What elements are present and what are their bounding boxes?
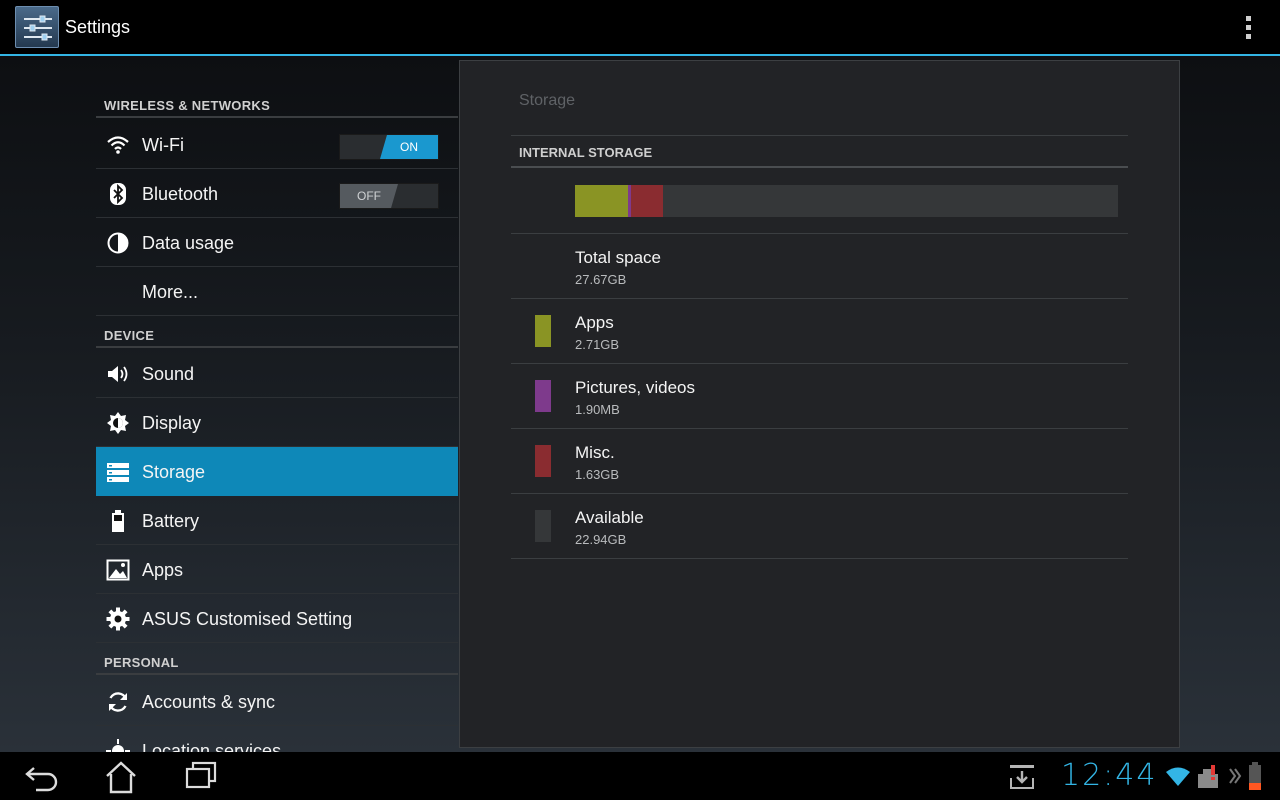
panel-divider [511, 135, 1128, 136]
more-label: More... [142, 282, 199, 302]
settings-list[interactable]: WIRELESS & NETWORKS Wi-Fi ON Bluetooth O… [96, 56, 458, 752]
bluetooth-label: Bluetooth [142, 184, 219, 204]
sound-label: Sound [142, 364, 195, 384]
settings-item-more[interactable]: More... [96, 267, 458, 316]
settings-item-storage[interactable]: Storage [96, 447, 458, 496]
settings-item-wifi[interactable]: Wi-Fi ON [96, 120, 458, 169]
storage-row-name: Apps [575, 313, 614, 332]
chevron-right-icon [1228, 766, 1242, 791]
panel-title: Storage [519, 92, 576, 109]
total-space-value: 27.67GB [575, 272, 627, 287]
location-icon [106, 739, 130, 752]
system-bar: 12:44 [0, 752, 1280, 800]
storage-row-total[interactable]: Total space 27.67GB [511, 234, 1128, 299]
misc-segment [631, 185, 663, 217]
section-header-device: DEVICE [96, 318, 458, 348]
asus-label: ASUS Customised Setting [142, 609, 353, 629]
apps-color-swatch [535, 315, 551, 347]
storage-row-available[interactable]: Available 22.94GB [511, 494, 1128, 559]
storage-row-pictures-videos[interactable]: Pictures, videos 1.90MB [511, 364, 1128, 429]
sync-icon [106, 690, 130, 714]
overflow-menu-icon[interactable] [1238, 14, 1258, 42]
battery-status-icon [1248, 761, 1262, 796]
settings-item-bluetooth[interactable]: Bluetooth OFF [96, 169, 458, 218]
apps-segment [575, 185, 628, 217]
storage-row-name: Pictures, videos [575, 378, 695, 397]
settings-item-sound[interactable]: Sound [96, 349, 458, 398]
bluetooth-icon [106, 182, 130, 206]
storage-usage-bar [575, 185, 1118, 217]
data-usage-label: Data usage [142, 233, 235, 253]
keyboard-alert-icon [1197, 764, 1223, 795]
storage-row-size: 1.63GB [575, 467, 620, 482]
misc-color-swatch [535, 445, 551, 477]
internal-storage-header: INTERNAL STORAGE [511, 137, 1128, 168]
storage-row-apps[interactable]: Apps 2.71GB [511, 299, 1128, 364]
settings-item-accounts-sync[interactable]: Accounts & sync [96, 677, 458, 726]
settings-item-data-usage[interactable]: Data usage [96, 218, 458, 267]
total-space-label: Total space [575, 248, 661, 267]
settings-item-asus-customised[interactable]: ASUS Customised Setting [96, 594, 458, 643]
app-title: Settings [65, 17, 131, 37]
recent-apps-button[interactable] [180, 760, 224, 794]
storage-label: Storage [142, 462, 206, 482]
section-header-personal: PERSONAL [96, 645, 458, 675]
settings-item-apps[interactable]: Apps [96, 545, 458, 594]
speaker-icon [106, 362, 130, 386]
wifi-icon [106, 133, 130, 157]
apps-label: Apps [142, 560, 184, 580]
wifi-label: Wi-Fi [142, 135, 184, 155]
bluetooth-toggle[interactable]: OFF [339, 183, 439, 209]
storage-row-misc[interactable]: Misc. 1.63GB [511, 429, 1128, 494]
home-button[interactable] [99, 760, 143, 794]
gear-icon [106, 607, 130, 631]
wifi-signal-icon [1165, 766, 1191, 793]
display-label: Display [142, 413, 202, 433]
settings-item-battery[interactable]: Battery [96, 496, 458, 545]
wifi-toggle[interactable]: ON [339, 134, 439, 160]
storage-icon [106, 460, 130, 484]
action-bar: Settings [0, 0, 1280, 56]
settings-item-display[interactable]: Display [96, 398, 458, 447]
location-label: Location services [142, 741, 282, 752]
pictures-color-swatch [535, 380, 551, 412]
back-button[interactable] [20, 760, 64, 794]
storage-row-size: 22.94GB [575, 532, 627, 547]
wifi-toggle-state: ON [380, 135, 438, 159]
storage-panel: Storage INTERNAL STORAGE Total space 27.… [459, 60, 1180, 748]
storage-row-size: 1.90MB [575, 402, 620, 417]
status-clock[interactable]: 12:44 [1061, 758, 1157, 793]
battery-label: Battery [142, 511, 200, 531]
available-color-swatch [535, 510, 551, 542]
apps-icon [106, 558, 130, 582]
battery-icon [106, 509, 130, 533]
settings-item-location[interactable]: Location services [96, 726, 458, 752]
data-usage-icon [106, 231, 130, 255]
download-notification-icon[interactable] [1009, 764, 1035, 795]
storage-row-size: 2.71GB [575, 337, 620, 352]
storage-row-name: Misc. [575, 443, 615, 462]
accounts-sync-label: Accounts & sync [142, 692, 276, 712]
storage-row-name: Available [575, 508, 644, 527]
section-header-wireless: WIRELESS & NETWORKS [96, 88, 458, 118]
brightness-icon [106, 411, 130, 435]
bluetooth-toggle-state: OFF [340, 184, 398, 208]
settings-app-icon[interactable] [15, 6, 59, 48]
